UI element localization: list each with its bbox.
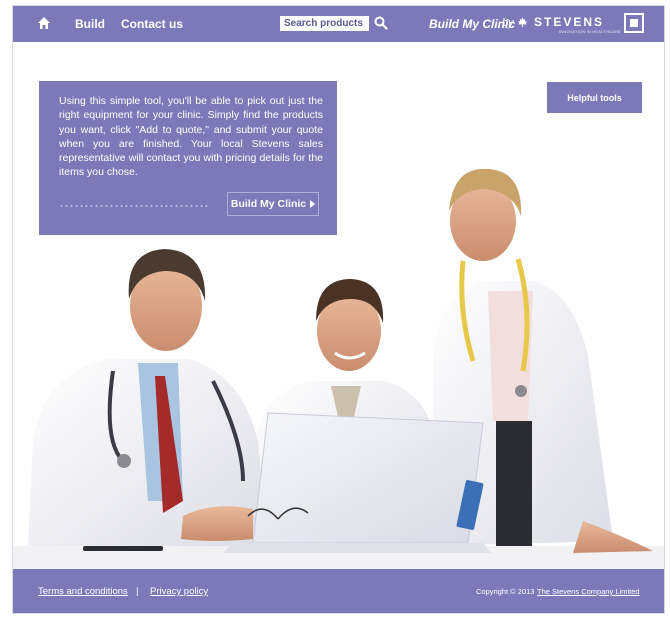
brand-logo[interactable]: STEVENS — [534, 15, 604, 29]
page-frame: Build Contact us Build My Clinic by STEV… — [12, 5, 665, 614]
footer: Terms and conditions | Privacy policy Co… — [13, 569, 664, 613]
build-my-clinic-label: Build My Clinic — [230, 198, 307, 210]
maple-leaf-icon — [517, 17, 528, 28]
square-menu-button[interactable] — [624, 13, 644, 33]
play-arrow-icon — [310, 200, 316, 208]
footer-separator: | — [136, 586, 139, 597]
privacy-link[interactable]: Privacy policy — [150, 586, 208, 597]
helpful-tools-label: Helpful tools — [567, 92, 622, 103]
dotted-divider — [59, 205, 209, 207]
stop-square-icon — [630, 19, 638, 27]
home-icon[interactable] — [37, 16, 51, 30]
nav-build-link[interactable]: Build — [75, 17, 105, 31]
search-input[interactable] — [280, 16, 369, 31]
app-title-by: by — [502, 17, 514, 29]
search-icon[interactable] — [374, 16, 388, 30]
terms-link[interactable]: Terms and conditions — [38, 586, 128, 597]
intro-text: Using this simple tool, you'll be able t… — [59, 95, 323, 179]
brand-tagline: INNOVATION IN HEALTHCARE — [559, 29, 621, 34]
company-link[interactable]: The Stevens Company Limited — [537, 587, 640, 596]
top-navigation-bar: Build Contact us Build My Clinic by STEV… — [13, 6, 664, 42]
copyright-text: Copyright © 2013 — [476, 587, 535, 596]
intro-card: Using this simple tool, you'll be able t… — [39, 81, 337, 235]
helpful-tools-button[interactable]: Helpful tools — [547, 82, 642, 113]
build-my-clinic-button[interactable]: Build My Clinic — [227, 192, 319, 216]
nav-contact-link[interactable]: Contact us — [121, 17, 183, 31]
